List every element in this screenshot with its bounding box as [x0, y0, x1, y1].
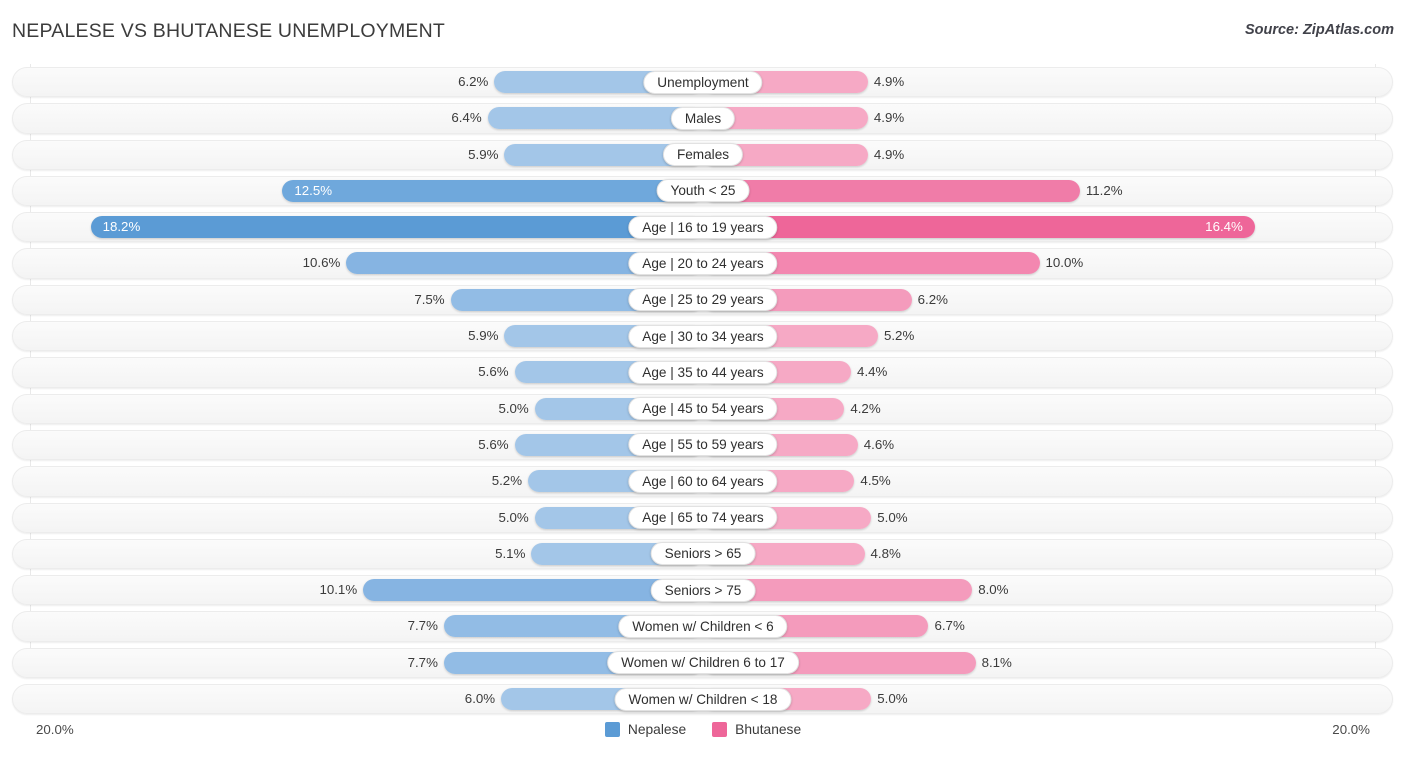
value-label-nepalese: 7.7%	[407, 618, 438, 634]
category-label[interactable]: Age | 20 to 24 years	[628, 251, 778, 275]
chart-page: NEPALESE VS BHUTANESE UNEMPLOYMENT Sourc…	[0, 0, 1406, 757]
category-label[interactable]: Women w/ Children < 18	[614, 687, 792, 711]
category-label[interactable]: Females	[662, 143, 744, 167]
value-label-bhutanese: 4.9%	[873, 110, 905, 126]
value-label-bhutanese: 4.5%	[860, 473, 891, 489]
category-label[interactable]: Males	[670, 106, 736, 130]
value-label-bhutanese: 4.2%	[850, 400, 881, 416]
category-label[interactable]: Age | 55 to 59 years	[628, 433, 778, 457]
chart-row: 6.4% 4.9% Males	[0, 100, 1406, 136]
value-label-nepalese: 5.9%	[468, 328, 499, 344]
category-label[interactable]: Age | 35 to 44 years	[628, 360, 778, 384]
category-label[interactable]: Age | 60 to 64 years	[628, 469, 778, 493]
chart-row: 18.2% 16.4% Age | 16 to 19 years	[0, 209, 1406, 245]
chart-row: 5.1% 4.8% Seniors > 65	[0, 536, 1406, 572]
value-label-bhutanese: 4.8%	[870, 545, 901, 561]
value-label-nepalese: 6.0%	[464, 691, 496, 707]
chart-row: 7.7% 8.1% Women w/ Children 6 to 17	[0, 645, 1406, 681]
value-label-nepalese: 6.2%	[458, 74, 489, 89]
bar-bhutanese[interactable]	[703, 179, 1080, 202]
chart-legend: Nepalese Bhutanese	[0, 722, 1406, 737]
category-label[interactable]: Seniors > 75	[650, 578, 756, 602]
category-label[interactable]: Seniors > 65	[650, 542, 756, 566]
chart-row: 5.9% 5.2% Age | 30 to 34 years	[0, 318, 1406, 354]
category-label[interactable]: Age | 25 to 29 years	[628, 288, 778, 312]
value-label-bhutanese: 11.2%	[1085, 182, 1123, 198]
legend-swatch-icon	[712, 722, 728, 737]
legend-item[interactable]: Bhutanese	[712, 722, 801, 737]
value-label-nepalese: 5.2%	[491, 473, 523, 489]
value-label-bhutanese: 4.9%	[873, 74, 905, 89]
category-label[interactable]: Women w/ Children 6 to 17	[607, 651, 799, 675]
legend-item[interactable]: Nepalese	[604, 722, 687, 737]
category-label[interactable]: Youth < 25	[656, 179, 750, 203]
value-label-nepalese: 10.1%	[319, 582, 358, 598]
value-label-bhutanese: 16.4%	[1205, 219, 1243, 235]
value-label-nepalese: 7.5%	[414, 291, 445, 307]
chart-row: 7.7% 6.7% Women w/ Children < 6	[0, 608, 1406, 644]
legend-swatch-icon	[604, 722, 620, 737]
legend-label: Nepalese	[627, 722, 687, 737]
category-label[interactable]: Unemployment	[643, 70, 763, 94]
chart-row: 5.2% 4.5% Age | 60 to 64 years	[0, 463, 1406, 499]
category-label[interactable]: Age | 30 to 34 years	[628, 324, 778, 348]
value-label-nepalese: 5.0%	[498, 400, 529, 416]
value-label-nepalese: 12.5%	[294, 182, 333, 198]
chart-row: 5.0% 4.2% Age | 45 to 54 years	[0, 391, 1406, 427]
value-label-nepalese: 5.1%	[495, 545, 526, 561]
value-label-bhutanese: 5.0%	[877, 691, 908, 707]
value-label-nepalese: 10.6%	[302, 255, 341, 271]
chart-row: 12.5% 11.2% Youth < 25	[0, 173, 1406, 209]
chart-rows: 6.2% 4.9% Unemployment 6.4% 4.9% Males 5.9% 4.9…	[0, 64, 1406, 717]
value-label-bhutanese: 6.7%	[934, 618, 965, 634]
legend-label: Bhutanese	[735, 722, 802, 737]
category-label[interactable]: Age | 65 to 74 years	[628, 506, 778, 530]
chart-row: 5.6% 4.6% Age | 55 to 59 years	[0, 427, 1406, 463]
value-label-bhutanese: 5.2%	[883, 328, 915, 344]
bar-bhutanese[interactable]	[703, 216, 1255, 239]
value-label-bhutanese: 5.0%	[877, 509, 908, 525]
chart-row: 7.5% 6.2% Age | 25 to 29 years	[0, 282, 1406, 318]
chart-row: 10.6% 10.0% Age | 20 to 24 years	[0, 245, 1406, 281]
value-label-bhutanese: 4.4%	[857, 364, 888, 380]
chart-row: 5.6% 4.4% Age | 35 to 44 years	[0, 354, 1406, 390]
page-title: NEPALESE VS BHUTANESE UNEMPLOYMENT	[12, 20, 446, 42]
chart-row: 5.9% 4.9% Females	[0, 137, 1406, 173]
value-label-nepalese: 5.6%	[478, 436, 509, 452]
chart-row: 5.0% 5.0% Age | 65 to 74 years	[0, 500, 1406, 536]
value-label-bhutanese: 8.0%	[978, 582, 1009, 598]
category-label[interactable]: Age | 16 to 19 years	[628, 215, 778, 239]
value-label-bhutanese: 4.9%	[873, 146, 905, 162]
value-label-nepalese: 5.6%	[478, 364, 509, 380]
diverging-bar-chart: 6.2% 4.9% Unemployment 6.4% 4.9% Males 5.9% 4.9…	[0, 64, 1406, 717]
value-label-nepalese: 18.2%	[102, 219, 141, 235]
value-label-bhutanese: 6.2%	[917, 291, 948, 307]
value-label-nepalese: 5.9%	[468, 146, 499, 162]
chart-row: 10.1% 8.0% Seniors > 75	[0, 572, 1406, 608]
source-attribution: Source: ZipAtlas.com	[1244, 22, 1394, 38]
category-label[interactable]: Age | 45 to 54 years	[628, 397, 778, 421]
chart-row: 6.0% 5.0% Women w/ Children < 18	[0, 681, 1406, 717]
value-label-nepalese: 5.0%	[498, 509, 529, 525]
value-label-nepalese: 7.7%	[407, 654, 438, 670]
category-label[interactable]: Women w/ Children < 6	[618, 614, 788, 638]
chart-row: 6.2% 4.9% Unemployment	[0, 64, 1406, 100]
bar-nepalese[interactable]	[90, 216, 703, 239]
bar-nepalese[interactable]	[282, 179, 703, 202]
value-label-nepalese: 6.4%	[451, 110, 482, 126]
value-label-bhutanese: 4.6%	[863, 436, 895, 452]
value-label-bhutanese: 8.1%	[981, 654, 1012, 670]
value-label-bhutanese: 10.0%	[1045, 255, 1084, 271]
